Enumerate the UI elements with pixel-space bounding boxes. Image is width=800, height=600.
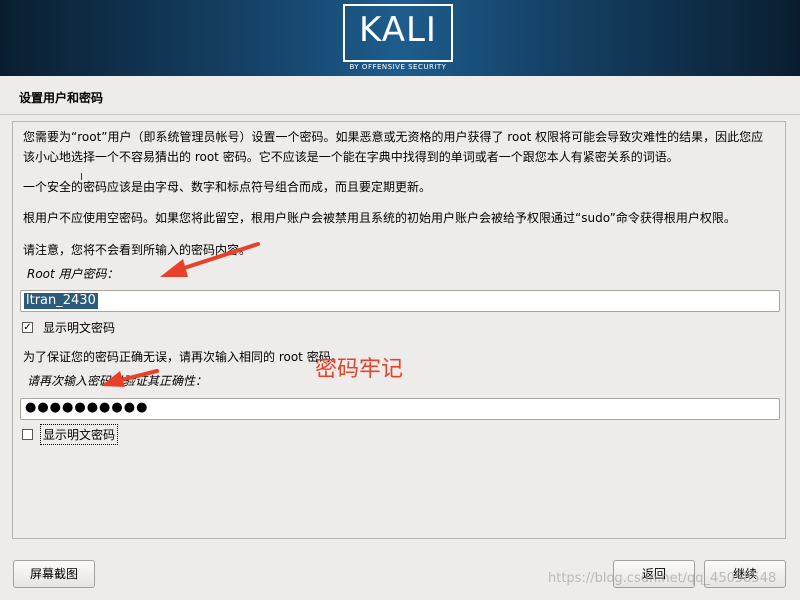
text-cursor-icon: I [80, 172, 83, 183]
kali-banner: KALI BY OFFENSIVE SECURITY [0, 0, 800, 76]
kali-logo-text: KALI [359, 10, 437, 50]
confirm-password-label: 请再次输入密码以验证其正确性： [27, 374, 208, 388]
confirm-password-input[interactable]: ●●●●●●●●●● [20, 398, 780, 420]
notice-paragraph: 请注意，您将不会看到所输入的密码内容。 [23, 243, 252, 257]
content-panel: 您需要为“root”用户（即系统管理员帐号）设置一个密码。如果恶意或无资格的用户… [12, 121, 786, 539]
confirm-password-value: ●●●●●●●●●● [25, 400, 149, 415]
checkbox-checked-icon[interactable]: ✓ [22, 321, 33, 333]
title-divider [0, 114, 800, 115]
annotation-text: 密码牢记 [315, 357, 404, 382]
page-title: 设置用户和密码 [19, 91, 104, 105]
empty-password-paragraph: 根用户不应使用空密码。如果您将此留空，根用户账户会被禁用且系统的初始用户账户会被… [23, 211, 736, 225]
watermark: https://blog.csdn.net/qq_45058548 [548, 571, 777, 586]
intro-paragraph: 您需要为“root”用户（即系统管理员帐号）设置一个密码。如果恶意或无资格的用户… [23, 127, 775, 167]
checkbox-unchecked-icon[interactable] [22, 428, 33, 440]
intro-line-2: 该小心地选择一个不容易猜出的 root 密码。它不应该是一个能在字典中找得到的单… [23, 150, 679, 164]
show-password-label-2: 显示明文密码 [39, 423, 119, 445]
show-password-label-1: 显示明文密码 [43, 320, 116, 335]
kali-logo: KALI [343, 4, 453, 62]
screenshot-button[interactable]: 屏幕截图 [13, 560, 95, 588]
show-password-toggle-2[interactable]: 显示明文密码 [22, 423, 119, 445]
security-paragraph: 一个安全的密码应该是由字母、数字和标点符号组合而成，而且要定期更新。 [23, 180, 432, 194]
intro-line-1: 您需要为“root”用户（即系统管理员帐号）设置一个密码。如果恶意或无资格的用户… [23, 130, 764, 144]
kali-tagline: BY OFFENSIVE SECURITY [349, 63, 447, 71]
root-password-label: Root 用户密码： [27, 267, 119, 281]
root-password-input[interactable]: ltran_2430 [20, 290, 780, 312]
show-password-toggle-1[interactable]: ✓ 显示明文密码 [22, 318, 117, 336]
root-password-value: ltran_2430 [24, 293, 98, 309]
